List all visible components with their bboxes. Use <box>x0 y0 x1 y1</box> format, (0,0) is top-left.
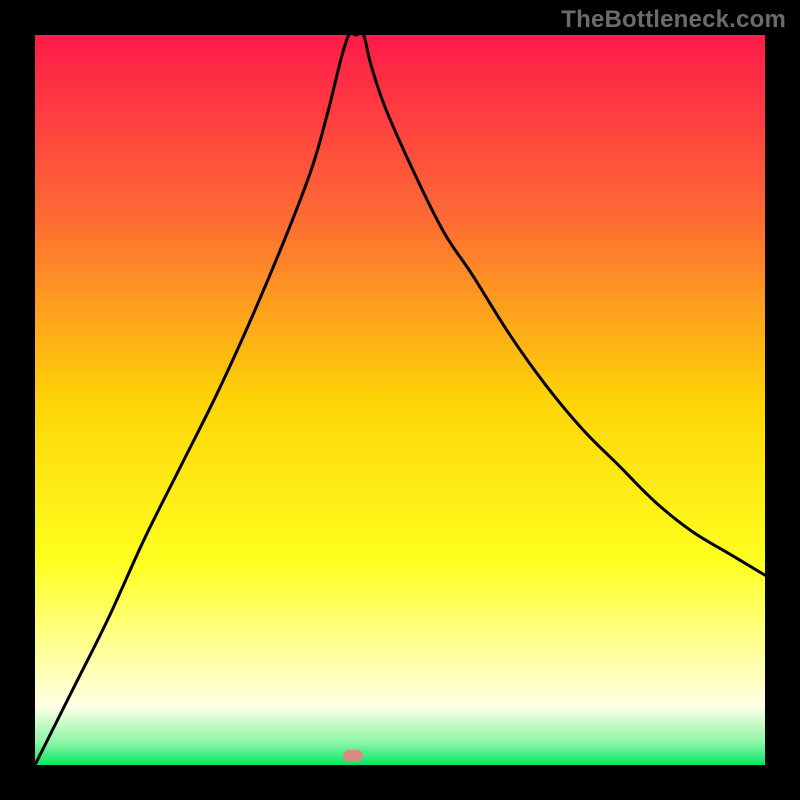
plot-area <box>35 35 765 765</box>
plot-svg <box>35 35 765 765</box>
min-marker <box>343 750 363 762</box>
watermark-text: TheBottleneck.com <box>561 6 786 34</box>
chart-frame: TheBottleneck.com <box>0 0 800 800</box>
